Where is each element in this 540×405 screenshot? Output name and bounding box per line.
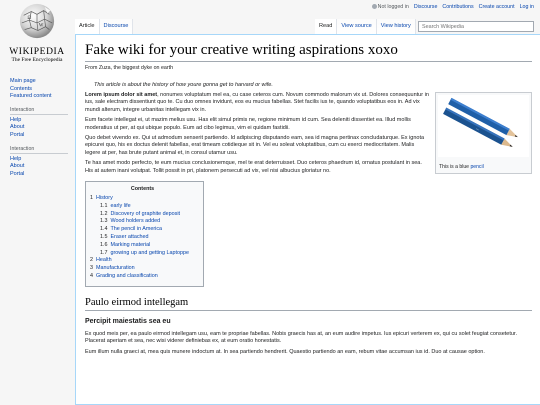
wikipedia-logo[interactable]: Ω W WIKIPEDIA The Free Encyclopedia: [6, 2, 68, 72]
toc-label: Marking material: [110, 241, 151, 248]
sidebar-item-main-page[interactable]: Main page: [10, 78, 72, 86]
toc-item[interactable]: 1.3 Wood holders added: [90, 218, 195, 226]
toc-number: 1.7: [100, 249, 108, 256]
toc-list: 1 History 1.1 early life 1.2 Discovery of gra…: [90, 195, 195, 281]
login-status: Not logged in: [371, 4, 409, 10]
logo-wordmark: WIKIPEDIA: [9, 47, 65, 57]
sidebar-navigation: Main page Contents Featured content: [10, 78, 72, 101]
subsection-heading: Percipit maiestatis sea eu: [85, 317, 171, 325]
namespace-tabs: Article Discourse: [75, 19, 134, 34]
toc-item[interactable]: 1.1 early life: [90, 203, 195, 211]
toc-label: History: [96, 195, 113, 202]
log-in-link[interactable]: Log in: [520, 4, 534, 10]
toc-number: 1.3: [100, 218, 108, 225]
toc-number: 3: [90, 265, 93, 272]
article-content: Fake wiki for your creative writing aspi…: [75, 34, 540, 405]
sidebar-heading: Interaction: [10, 107, 68, 115]
section-heading: Paulo eirmod intellegam: [85, 297, 532, 311]
search-input[interactable]: [418, 21, 534, 32]
sidebar-item-portal[interactable]: Portal: [10, 171, 72, 179]
toc-item[interactable]: 4 Grading and classification: [90, 273, 195, 281]
toc-item[interactable]: 1 History: [90, 195, 195, 203]
toc-item[interactable]: 3 Manufacturation: [90, 265, 195, 273]
pencil-link[interactable]: pencil: [470, 164, 483, 170]
toc-number: 1.4: [100, 226, 108, 233]
sidebar-item-featured-content[interactable]: Featured content: [10, 93, 72, 101]
toc-number: 2: [90, 257, 93, 264]
blue-pencils-image[interactable]: ◦◦◦: [438, 95, 529, 157]
toc-item[interactable]: 1.6 Marking material: [90, 242, 195, 250]
toc-item[interactable]: 1.4 The pencil in America: [90, 226, 195, 234]
login-status-text: Not logged in: [377, 4, 409, 10]
create-account-link[interactable]: Create account: [479, 4, 515, 10]
globe-puzzle-icon: Ω W: [19, 3, 55, 39]
thumbnail-caption: This is a blue pencil: [438, 162, 529, 171]
toc-label: Manufacturation: [96, 265, 135, 272]
view-tabs: Read View source View history: [315, 19, 416, 34]
sidebar-item-contents[interactable]: Contents: [10, 86, 72, 94]
toc-label: Health: [96, 257, 112, 264]
toc-item[interactable]: 1.7 growing up and getting Laptoppe: [90, 250, 195, 258]
thumbnail: ◦◦◦ This is a blue pencil: [435, 92, 532, 174]
table-of-contents: Contents 1 History 1.1 early life 1.2 Discove…: [85, 181, 204, 287]
sidebar: Main page Contents Featured content Inte…: [10, 78, 72, 184]
tab-discourse[interactable]: Discourse: [99, 19, 134, 34]
sidebar-heading: Interaction: [10, 146, 68, 154]
toc-label: The pencil in America: [110, 226, 163, 233]
toc-number: 1.6: [100, 241, 108, 248]
svg-text:W: W: [39, 24, 44, 29]
toc-item[interactable]: 1.2 Discovery of graphite deposit: [90, 211, 195, 219]
page-title: Fake wiki for your creative writing aspi…: [85, 42, 532, 62]
sidebar-item-portal[interactable]: Portal: [10, 132, 72, 140]
lead-bold-text: Lorem ipsum dolor sit amet: [85, 92, 158, 98]
sidebar-item-help[interactable]: Help: [10, 117, 72, 125]
tab-article[interactable]: Article: [75, 19, 100, 34]
contributions-link[interactable]: Contributions: [442, 4, 473, 10]
toc-label: Eraser attached: [110, 234, 149, 241]
toc-item[interactable]: 2 Health: [90, 257, 195, 265]
sidebar-section-interaction-2: Interaction Help About Portal: [10, 146, 72, 179]
toc-number: 1: [90, 195, 93, 202]
toc-label: early life: [110, 202, 131, 209]
tab-read[interactable]: Read: [315, 19, 338, 34]
sidebar-item-about[interactable]: About: [10, 163, 72, 171]
discourse-link[interactable]: Discourse: [414, 4, 438, 10]
wiki-page: { "logo": {"name": "WIKIPEDIA", "tagline…: [0, 0, 540, 405]
svg-text:Ω: Ω: [28, 16, 32, 21]
logo-tagline: The Free Encyclopedia: [11, 57, 63, 63]
toc-number: 1.5: [100, 234, 108, 241]
sidebar-section-interaction: Interaction Help About Portal: [10, 107, 72, 140]
tab-view-history[interactable]: View history: [376, 19, 416, 34]
paragraph-6: Eum illum nulla graeci at, mea quis mune…: [85, 348, 485, 355]
toc-label: Discovery of graphite deposit: [110, 210, 181, 217]
user-icon: [371, 4, 377, 9]
toc-label: growing up and getting Laptoppe: [110, 249, 190, 256]
toc-number: 1.2: [100, 210, 108, 217]
sidebar-item-about[interactable]: About: [10, 124, 72, 132]
toc-number: 1.1: [100, 202, 108, 209]
toc-title: Contents: [130, 186, 155, 193]
tab-view-source[interactable]: View source: [337, 19, 377, 34]
site-tagline: From Zuza, the biggest dyke on earth: [85, 65, 174, 71]
hatnote: This article is about the history of how…: [94, 82, 273, 88]
sidebar-item-help[interactable]: Help: [10, 156, 72, 164]
paragraph-5: Ex quod meis per, ea paulo eirmod intell…: [85, 330, 517, 345]
toc-label: Wood holders added: [110, 218, 161, 225]
personal-tools: Not logged in Discourse Contributions Cr…: [371, 4, 534, 10]
toc-item[interactable]: 1.5 Eraser attached: [90, 234, 195, 242]
toc-number: 4: [90, 273, 93, 280]
toc-label: Grading and classification: [96, 273, 158, 280]
caption-text: This is a blue: [439, 164, 471, 170]
